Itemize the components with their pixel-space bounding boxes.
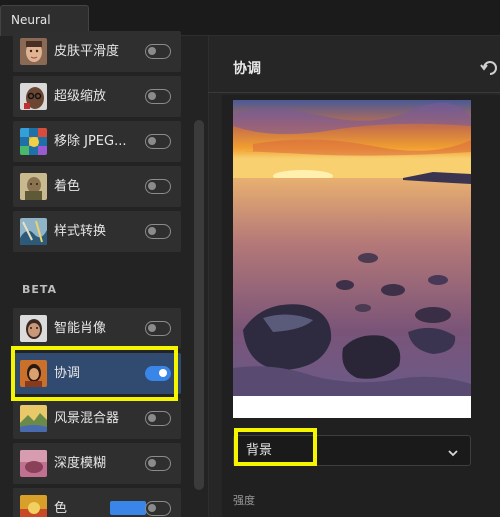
filter-item-super-zoom[interactable]: 超级缩放 — [13, 76, 181, 117]
zoom-face-icon — [20, 83, 47, 110]
highlight-box-harmonization — [11, 346, 178, 401]
highlight-box-dropdown — [234, 428, 317, 466]
color-transfer-icon — [20, 495, 47, 517]
filter-item-landscape-mixer[interactable]: 风景混合器 — [13, 398, 181, 439]
filter-toggle[interactable] — [145, 411, 171, 426]
filter-toggle[interactable] — [145, 224, 171, 239]
filter-name: 样式转换 — [54, 224, 107, 239]
panel-divider — [208, 92, 500, 93]
filter-item-jpeg-removal[interactable]: 移除 JPEG... — [13, 121, 181, 162]
colorize-photo-icon — [20, 173, 47, 200]
filter-toggle[interactable] — [145, 89, 171, 104]
face-portrait-icon — [20, 38, 47, 65]
smart-portrait-icon — [20, 315, 47, 342]
filter-item-style-transfer[interactable]: 样式转换 — [13, 211, 181, 252]
filter-item-color-transfer[interactable]: 色 — [13, 488, 181, 517]
jpeg-artifacts-icon — [20, 128, 47, 155]
filter-list-scrollbar-thumb[interactable] — [194, 120, 204, 490]
filter-name: 着色 — [54, 179, 81, 194]
filter-toggle[interactable] — [145, 179, 171, 194]
filter-name: 风景混合器 — [54, 411, 120, 426]
new-badge — [110, 501, 146, 515]
landscape-mixer-icon — [20, 405, 47, 432]
beta-section-label: BETA — [22, 283, 58, 296]
filter-name: 智能肖像 — [54, 321, 107, 336]
filter-item-skin-smoothing[interactable]: 皮肤平滑度 — [13, 31, 181, 72]
filter-item-depth-blur[interactable]: 深度模糊 — [13, 443, 181, 484]
sunset-seascape-image — [233, 100, 471, 418]
filter-item-smart-portrait[interactable]: 智能肖像 — [13, 308, 181, 349]
filter-name: 色 — [54, 501, 68, 516]
filter-toggle[interactable] — [145, 134, 171, 149]
filter-name: 皮肤平滑度 — [54, 44, 120, 59]
filter-item-colorize[interactable]: 着色 — [13, 166, 181, 207]
panel-title: 协调 — [233, 61, 261, 77]
filter-name: 深度模糊 — [54, 456, 107, 471]
style-transfer-icon — [20, 218, 47, 245]
filter-name: 超级缩放 — [54, 89, 107, 104]
reference-image-preview[interactable] — [233, 100, 471, 418]
filter-name: 移除 JPEG... — [54, 134, 127, 149]
reset-icon[interactable] — [480, 58, 500, 76]
strength-label: 强度 — [233, 494, 255, 507]
filter-toggle[interactable] — [145, 321, 171, 336]
depth-blur-icon — [20, 450, 47, 477]
filter-toggle[interactable] — [145, 501, 171, 516]
filter-toggle[interactable] — [145, 456, 171, 471]
chevron-down-icon — [446, 444, 460, 457]
filter-toggle[interactable] — [145, 44, 171, 59]
